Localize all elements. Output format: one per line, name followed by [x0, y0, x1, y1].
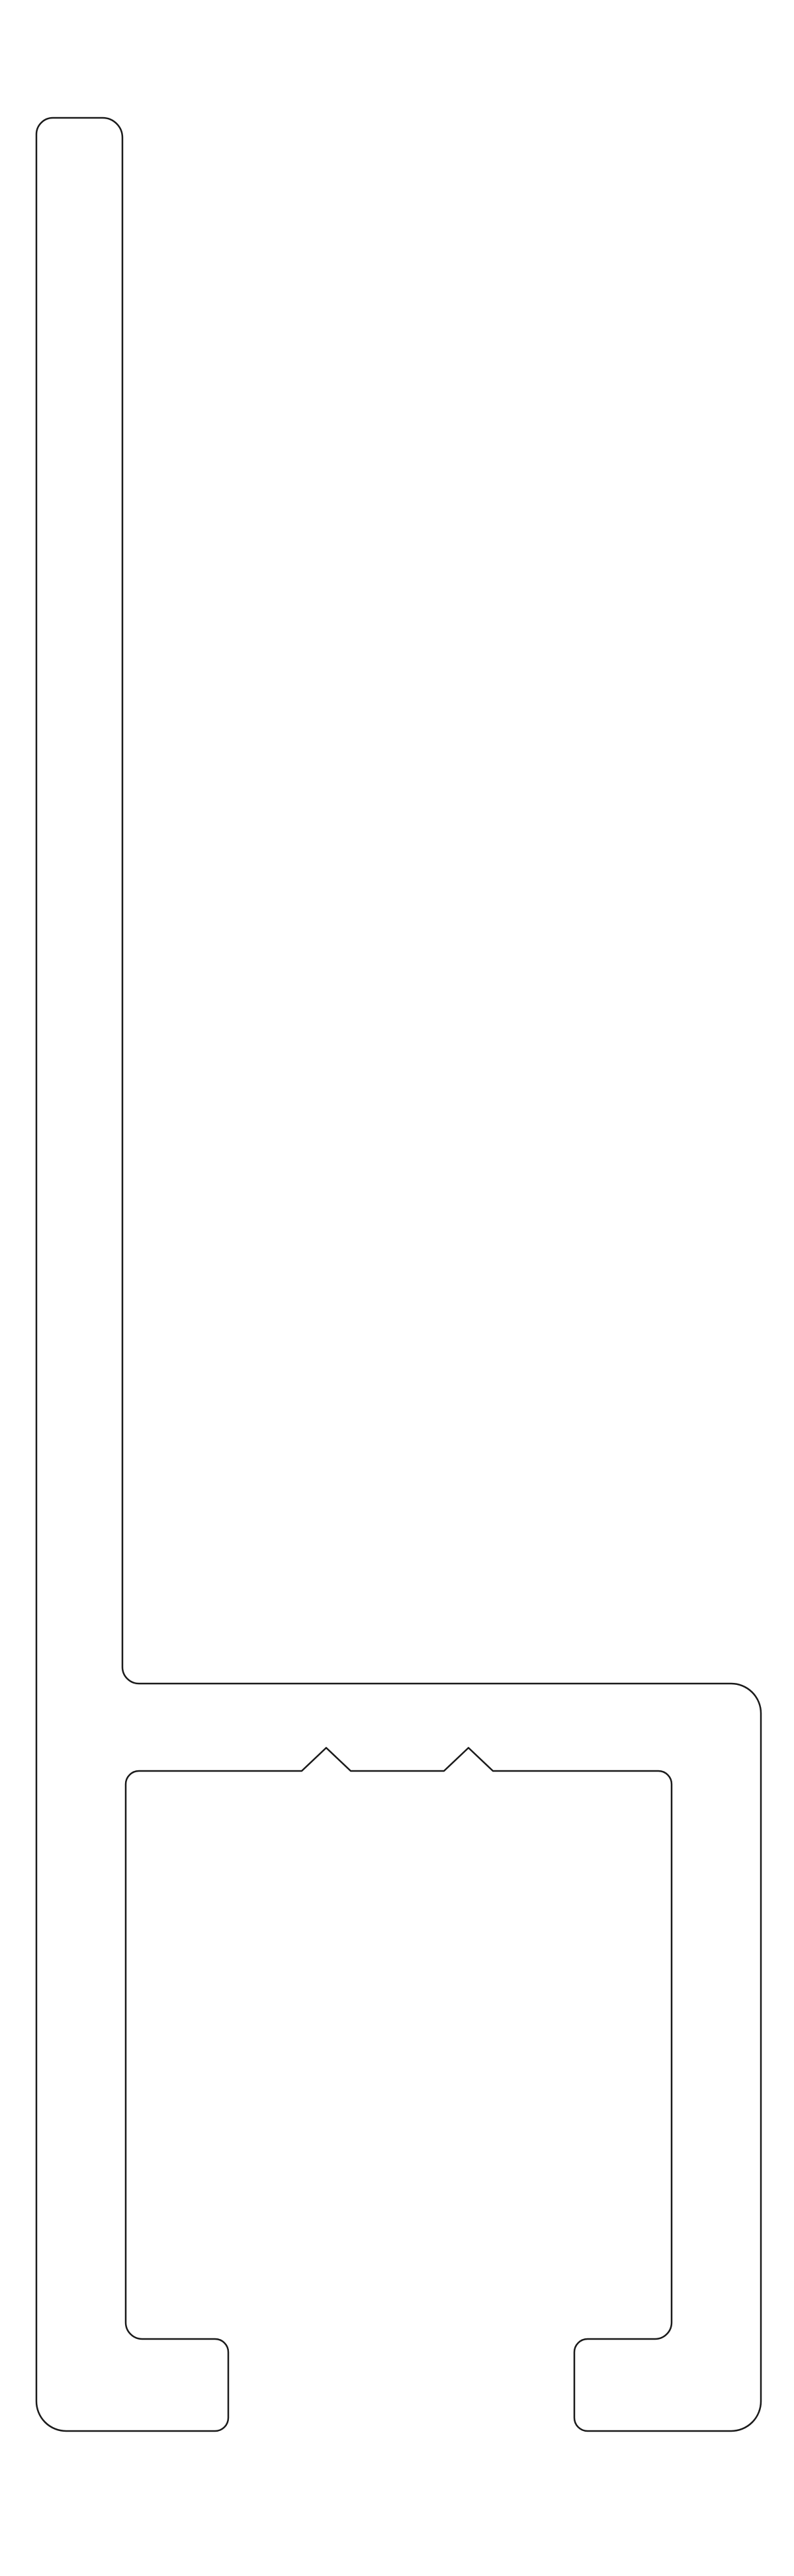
profile-drawing-canvas — [0, 0, 794, 2576]
drawing-background — [0, 0, 794, 2576]
